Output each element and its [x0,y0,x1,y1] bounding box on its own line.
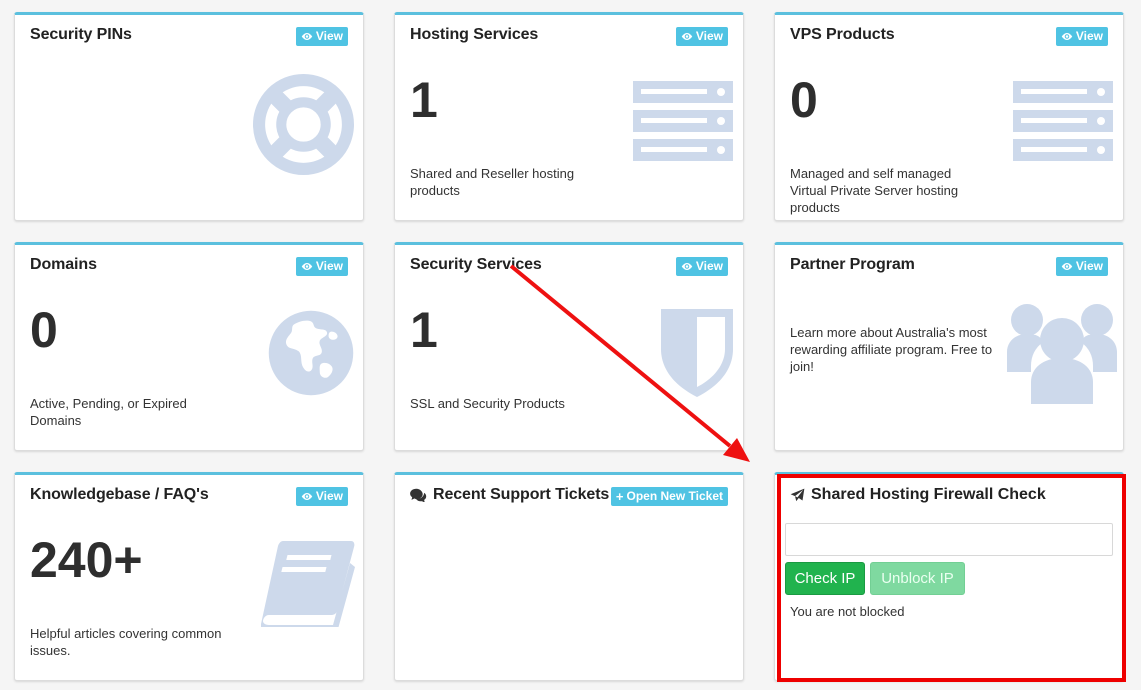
security-count: 1 [410,302,438,358]
panel-hosting-services: Hosting Services View 1 Shared and Resel… [394,12,744,221]
domains-description: Active, Pending, or Expired Domains [30,396,187,428]
open-new-ticket-button[interactable]: + Open New Ticket [610,487,728,506]
server-icon [633,81,733,161]
check-ip-button[interactable]: Check IP [785,562,865,595]
panel-title: Security Services [410,256,542,273]
view-label: View [315,489,343,503]
panel-firewall-check: Shared Hosting Firewall Check Check IP U… [774,472,1124,681]
partner-description: Learn more about Australia's most reward… [790,325,993,374]
hosting-count: 1 [410,72,438,128]
view-button[interactable]: View [1055,257,1108,276]
view-button[interactable]: View [675,257,728,276]
panel-knowledgebase: Knowledgebase / FAQ's View 240+ Helpful … [14,472,364,681]
panel-security-pins: Security PINs View [14,12,364,221]
knowledgebase-description: Helpful articles covering common issues. [30,626,222,658]
view-label: View [315,29,343,43]
book-icon [261,541,355,627]
firewall-title: Shared Hosting Firewall Check [790,486,1046,504]
unblock-ip-button[interactable]: Unblock IP [870,562,965,595]
ip-address-input[interactable] [785,523,1113,556]
panel-title: Domains [30,256,97,273]
tickets-title: Recent Support Tickets [433,486,610,503]
view-button[interactable]: View [295,27,348,46]
panel-title: VPS Products [790,26,895,43]
eye-icon [301,493,313,500]
view-button[interactable]: View [675,27,728,46]
panel-title: Recent Support Tickets [410,486,609,504]
eye-icon [1061,263,1073,270]
view-button[interactable]: View [295,487,348,506]
panel-recent-tickets: Recent Support Tickets + Open New Ticket [394,472,744,681]
comments-icon [410,488,427,502]
view-label: View [695,259,723,273]
domains-count: 0 [30,302,58,358]
panel-title: Knowledgebase / FAQ's [30,486,209,503]
panel-security-services: Security Services View 1 SSL and Securit… [394,242,744,451]
life-ring-icon [253,74,354,175]
users-icon [1007,304,1117,404]
view-label: View [1075,259,1103,273]
eye-icon [301,33,313,40]
security-description: SSL and Security Products [410,396,565,411]
shield-icon [661,309,733,397]
eye-icon [301,263,313,270]
firewall-title-text: Shared Hosting Firewall Check [811,486,1046,503]
panel-partner-program: Partner Program View Learn more about Au… [774,242,1124,451]
view-label: View [695,29,723,43]
panel-title: Partner Program [790,256,915,273]
eye-icon [681,263,693,270]
globe-icon [268,310,354,396]
panel-title: Hosting Services [410,26,539,43]
view-label: View [1075,29,1103,43]
paper-plane-icon [790,488,805,501]
view-label: View [315,259,343,273]
plus-icon: + [615,489,624,504]
eye-icon [1061,33,1073,40]
vps-description: Managed and self managed Virtual Private… [790,166,959,215]
view-button[interactable]: View [1055,27,1108,46]
eye-icon [681,33,693,40]
panel-domains: Domains View 0 Active, Pending, or Expir… [14,242,364,451]
firewall-status: You are not blocked [790,604,905,619]
vps-count: 0 [790,72,818,128]
panel-vps-products: VPS Products View 0 Managed and self man… [774,12,1124,221]
panel-title: Security PINs [30,26,132,43]
open-new-ticket-label: Open New Ticket [626,489,723,503]
view-button[interactable]: View [295,257,348,276]
knowledgebase-count: 240+ [30,532,143,588]
hosting-description: Shared and Reseller hosting products [410,166,575,198]
server-icon [1013,81,1113,161]
